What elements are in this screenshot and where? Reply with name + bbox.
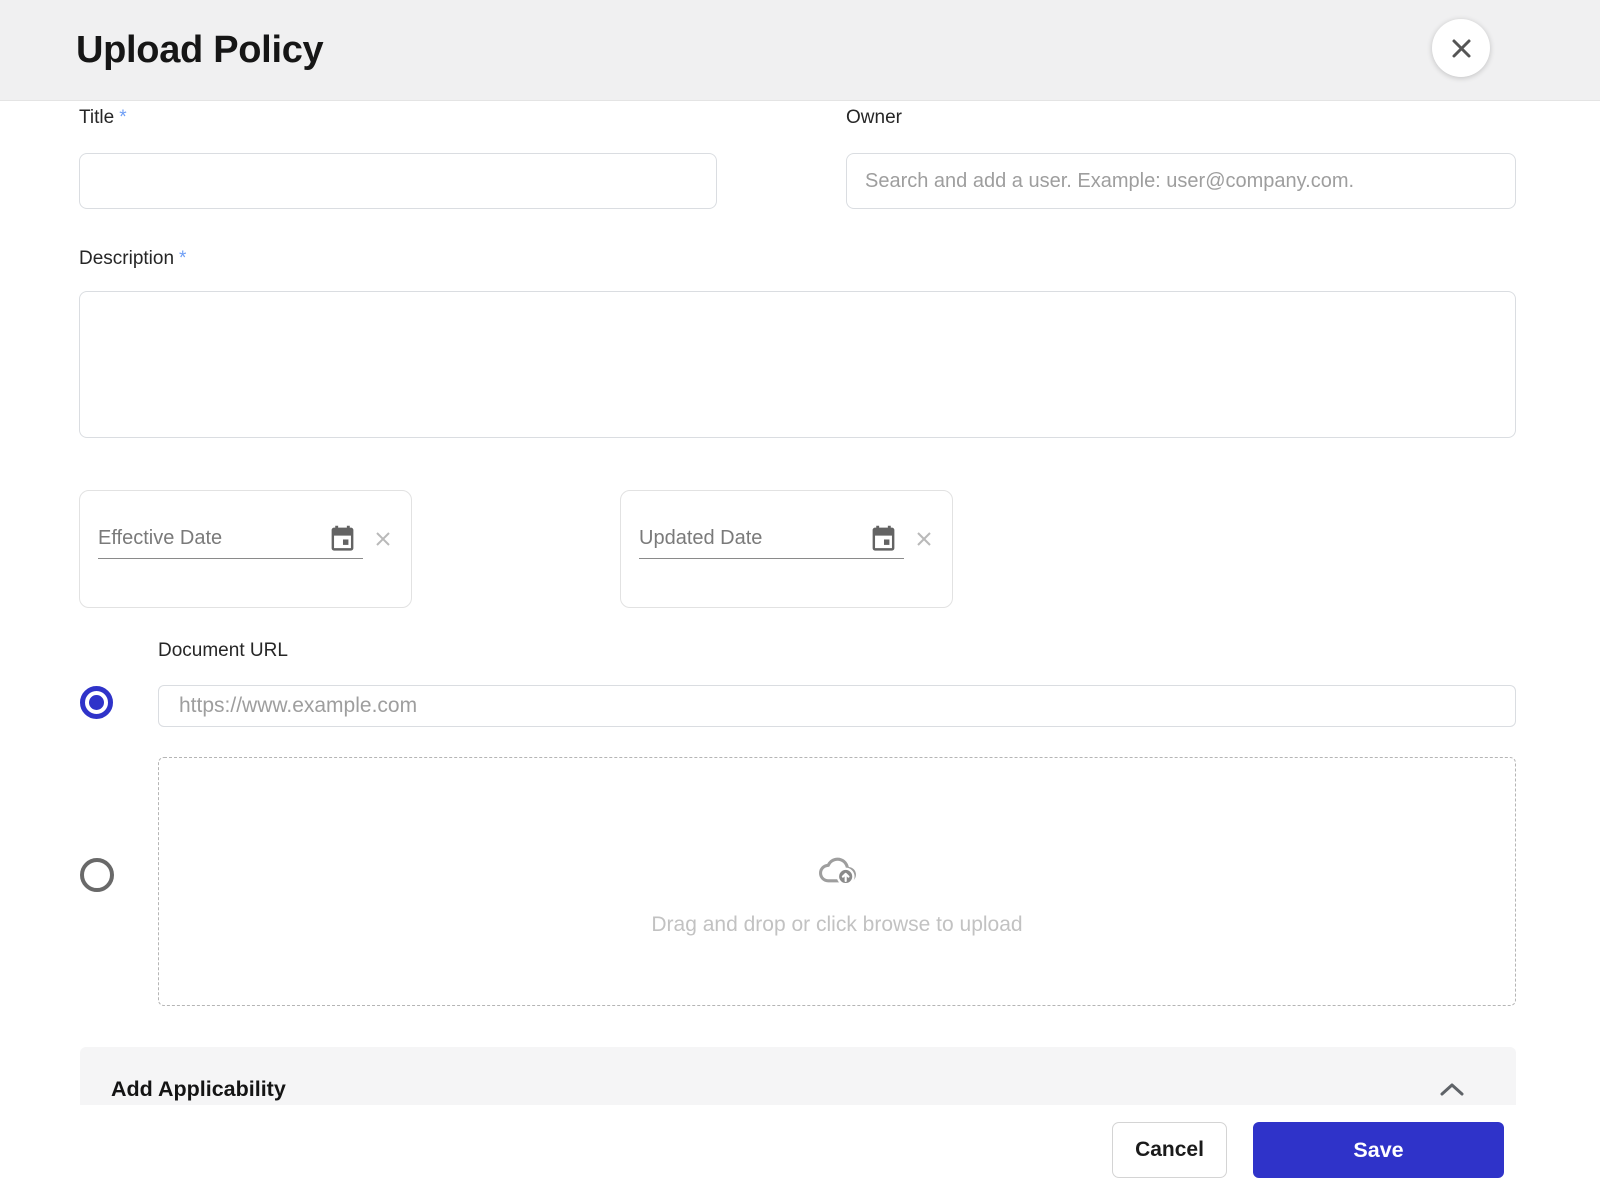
calendar-icon[interactable] (328, 523, 357, 554)
modal-body: Title* Owner Description* Effective Date (0, 107, 1600, 1131)
clear-icon (376, 532, 390, 546)
owner-label: Owner (846, 107, 902, 128)
dropzone-hint: Drag and drop or click browse to upload (651, 913, 1023, 936)
clear-icon (917, 532, 931, 546)
title-input[interactable] (79, 153, 717, 209)
chevron-up-icon[interactable] (1440, 1082, 1464, 1096)
document-url-radio[interactable] (80, 686, 113, 719)
required-asterisk: * (179, 248, 187, 269)
effective-date-placeholder: Effective Date (98, 527, 223, 549)
page-title: Upload Policy (76, 28, 324, 71)
owner-input[interactable] (846, 153, 1516, 209)
file-upload-radio[interactable] (80, 858, 114, 892)
calendar-icon[interactable] (869, 523, 898, 554)
updated-date-placeholder: Updated Date (639, 527, 763, 549)
title-label: Title * (79, 107, 127, 128)
close-icon (1452, 39, 1470, 57)
close-button[interactable] (1432, 19, 1490, 77)
updated-date-field[interactable]: Updated Date (639, 519, 904, 559)
effective-date-field[interactable]: Effective Date (98, 519, 363, 559)
save-button[interactable]: Save (1253, 1122, 1504, 1178)
clear-updated-date-button[interactable] (913, 528, 935, 550)
upload-policy-modal: Upload Policy Title* Owner Description* (0, 0, 1600, 1192)
cancel-button[interactable]: Cancel (1112, 1122, 1227, 1178)
description-label: Description * (79, 248, 187, 269)
document-url-input[interactable] (158, 685, 1516, 727)
document-url-label: Document URL (158, 640, 288, 661)
description-textarea[interactable] (79, 291, 1516, 438)
updated-date-picker[interactable]: Updated Date (620, 490, 953, 608)
cloud-upload-icon (818, 854, 856, 891)
file-dropzone[interactable]: Drag and drop or click browse to upload (158, 757, 1516, 1006)
add-applicability-label: Add Applicability (111, 1076, 286, 1101)
effective-date-picker[interactable]: Effective Date (79, 490, 412, 608)
clear-effective-date-button[interactable] (372, 528, 394, 550)
modal-header: Upload Policy (0, 0, 1600, 101)
modal-footer: Cancel Save (0, 1105, 1600, 1192)
required-asterisk: * (119, 107, 127, 128)
